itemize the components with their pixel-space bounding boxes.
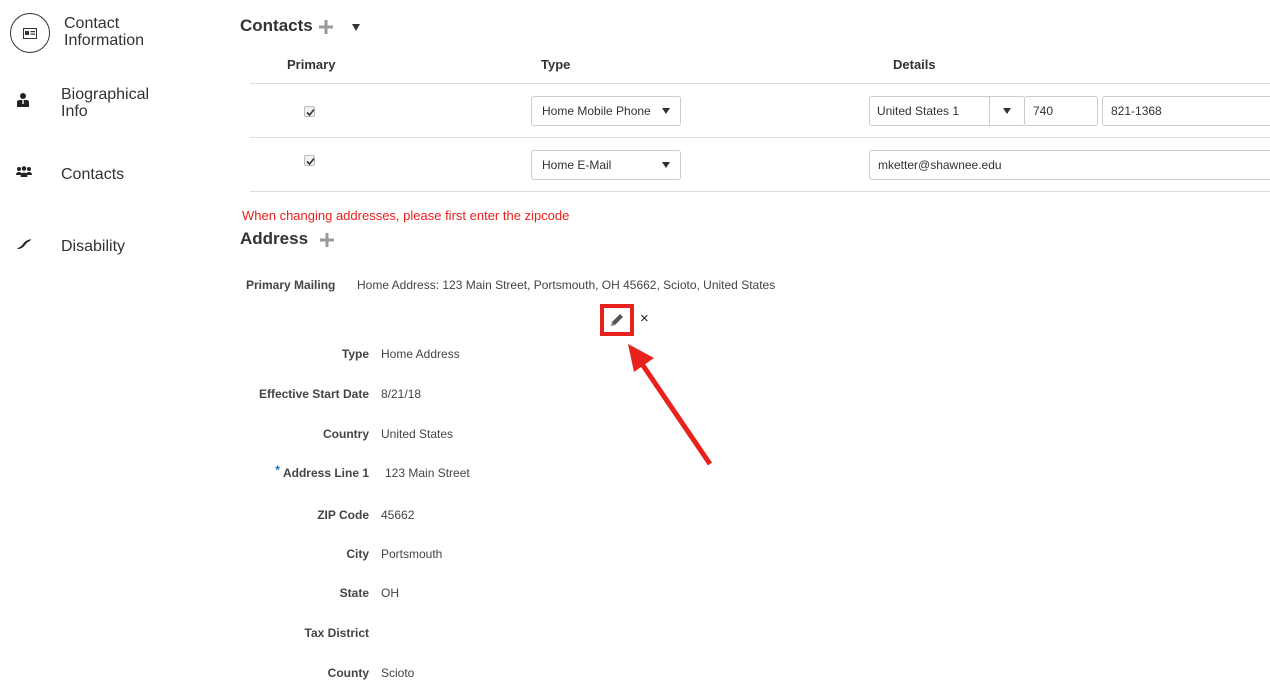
red-arrow-annotation [628,344,713,466]
primary-checkbox[interactable] [304,106,315,117]
primary-mailing-value: Home Address: 123 Main Street, Portsmout… [357,278,776,292]
state-label: State [339,586,369,600]
sidebar-item-label: Information [64,32,145,49]
contact-type-select[interactable]: Home Mobile Phone [531,96,681,126]
zip-code-label: ZIP Code [317,508,369,522]
add-address-plus-icon[interactable] [320,233,334,247]
active-indicator [10,13,50,53]
country-label: Country [323,427,369,441]
zip-code-value: 45662 [381,508,415,522]
required-star: * [275,463,280,477]
phone-number-field[interactable]: 821-1368 [1102,96,1270,126]
county-label: County [327,666,369,680]
effective-start-date-label: Effective Start Date [258,387,369,401]
sidebar-item-label: Biographical [61,86,150,103]
sidebar-item-label: Disability [61,238,126,255]
email-field[interactable]: mketter@shawnee.edu [869,150,1270,180]
contacts-title: Contacts [240,16,313,35]
state-value: OH [381,586,399,600]
table-divider [250,191,1270,192]
column-header-primary: Primary [287,57,336,72]
type-value: Home Address [381,347,460,361]
add-contact-plus-icon[interactable] [319,20,333,34]
dropdown-caret-icon [662,162,670,168]
area-code-field[interactable]: 740 [1024,96,1098,126]
table-divider [250,83,1270,84]
chevron-down-icon [1003,108,1011,114]
address-line-1-label: * Address Line 1 [275,463,369,480]
country-code-dropdown-button[interactable] [989,97,1024,125]
contact-type-value: Home E-Mail [542,158,612,172]
primary-mailing-label: Primary Mailing [246,278,336,292]
country-value: United States [381,427,454,441]
checkmark-icon [306,108,315,117]
city-value: Portsmouth [381,547,443,561]
column-header-details: Details [893,57,936,72]
dropdown-caret-icon [662,108,670,114]
sidebar-item-biographical-info[interactable]: Biographical Info [16,86,149,120]
sidebar-item-label: Contacts [61,166,125,183]
effective-start-date-value: 8/21/18 [381,387,422,401]
checkmark-icon [306,157,315,166]
person-icon [17,93,29,107]
people-group-icon [16,166,32,177]
address-line-1-label-text: Address Line 1 [282,466,369,480]
contact-type-select[interactable]: Home E-Mail [531,150,681,180]
city-label: City [346,547,369,561]
sidebar-item-contacts[interactable]: Contacts [16,166,124,183]
contact-type-value: Home Mobile Phone [542,104,651,118]
tax-district-label: Tax District [304,626,369,640]
edit-address-button[interactable] [600,304,634,336]
country-code-value: United States 1 [877,104,960,118]
primary-checkbox[interactable] [304,155,315,166]
table-divider [250,137,1270,138]
delete-address-icon[interactable]: × [640,310,649,327]
sidebar-item-label: Info [61,103,88,120]
address-title: Address [240,229,309,248]
county-value: Scioto [381,666,415,680]
sidebar-item-disability[interactable]: Disability [16,238,125,255]
column-header-type: Type [541,57,571,72]
zipcode-warning: When changing addresses, please first en… [242,208,570,223]
sidebar: Contact Information Biographical Info Co… [0,0,220,681]
country-code-select[interactable]: United States 1 [869,96,1025,126]
sidebar-item-label: Contact [64,15,120,32]
address-line-1-value: 123 Main Street [385,466,470,480]
pencil-icon [611,314,623,326]
disability-icon [17,239,31,249]
type-label: Type [341,347,369,361]
contacts-expand-caret-icon[interactable] [352,24,360,31]
id-card-icon [23,27,37,39]
